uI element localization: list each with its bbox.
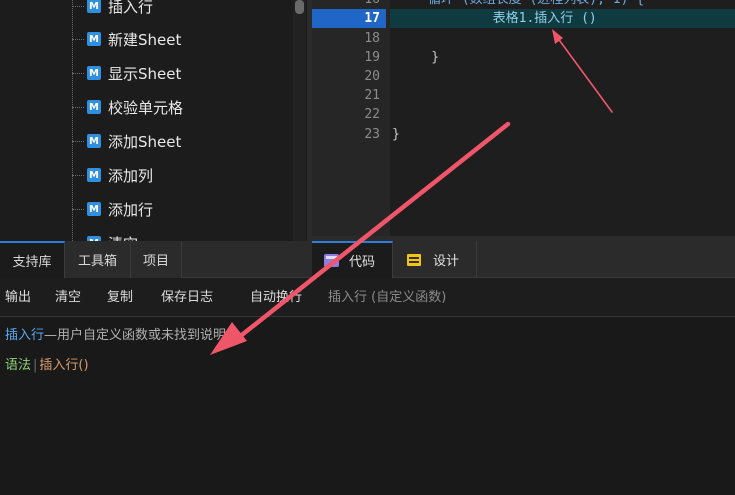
function-name: 插入行	[5, 328, 45, 343]
function-description: —用户自定义函数或未找到说明	[44, 328, 227, 343]
syntax-label: 语法	[5, 358, 32, 373]
tree-item-label: 添加行	[108, 200, 154, 219]
context-function-label: 插入行 (自定义函数)	[328, 290, 447, 305]
copy-button[interactable]: 复制	[107, 279, 133, 317]
code-editor[interactable]: 16 17 18 19 20 21 22 23 循环 (数组长度 (进程列表),…	[312, 0, 735, 241]
code-icon	[324, 254, 339, 267]
tree-item-add-row[interactable]: M 添加行	[72, 197, 153, 221]
method-icon: M	[87, 100, 101, 114]
tree-item-label: 清空	[108, 233, 138, 242]
tree-item-label: 添加列	[108, 166, 154, 185]
tree-item-label: 插入行	[108, 0, 154, 16]
tab-design[interactable]: 设计	[393, 241, 477, 278]
method-icon: M	[87, 134, 101, 148]
line-number: 18	[364, 31, 380, 46]
tree-item-clear[interactable]: M 清空	[72, 231, 138, 241]
tab-support-library[interactable]: 支持库	[0, 241, 65, 278]
line-number: 21	[364, 88, 380, 103]
line-number: 22	[364, 107, 380, 122]
tree-item-new-sheet[interactable]: M 新建Sheet	[72, 27, 181, 51]
panel-tab-bar: 支持库 工具箱 项目 代码 设计	[0, 241, 735, 278]
method-icon: M	[87, 168, 101, 182]
design-icon	[407, 253, 421, 266]
tree-item-add-column[interactable]: M 添加列	[72, 163, 153, 187]
auto-wrap-button[interactable]: 自动换行	[250, 279, 302, 317]
tree-item-add-sheet[interactable]: M 添加Sheet	[72, 129, 181, 153]
save-log-button[interactable]: 保存日志	[161, 279, 213, 317]
tab-project[interactable]: 项目	[131, 241, 182, 278]
tab-code[interactable]: 代码	[312, 241, 393, 278]
output-panel[interactable]: 插入行—用户自定义函数或未找到说明 语法 | 插入行()	[0, 318, 735, 495]
syntax-value: 插入行()	[39, 358, 89, 373]
method-icon: M	[87, 202, 101, 216]
method-icon: M	[87, 66, 101, 80]
line-number-gutter: 16 17 18 19 20 21 22 23	[312, 0, 390, 236]
line-number-active: 17	[312, 9, 386, 28]
tree-item-label: 添加Sheet	[108, 132, 182, 151]
line-number: 23	[364, 127, 380, 142]
code-line[interactable]: }	[400, 48, 439, 67]
tree-scrollbar[interactable]	[293, 0, 306, 241]
tree-item-insert-row[interactable]: M 插入行	[72, 0, 153, 18]
code-line-active[interactable]: 表格1.插入行 ()	[430, 9, 597, 28]
tab-design-label: 设计	[433, 254, 460, 269]
tab-toolbox[interactable]: 工具箱	[65, 241, 131, 278]
tree-item-label: 显示Sheet	[108, 64, 182, 83]
function-info-line: 插入行—用户自定义函数或未找到说明	[5, 324, 226, 343]
syntax-separator: |	[33, 358, 38, 373]
syntax-line: 语法 | 插入行()	[5, 354, 89, 373]
tree-item-label: 校验单元格	[108, 98, 184, 117]
output-toolbar: 输出 清空 复制 保存日志 自动换行 插入行 (自定义函数)	[0, 279, 735, 317]
tree-scrollbar-thumb[interactable]	[295, 0, 304, 14]
code-line[interactable]: 循环 (数组长度 (进程列表), 1) {	[428, 0, 644, 9]
tab-code-label: 代码	[349, 255, 376, 270]
code-line[interactable]: }	[392, 125, 400, 144]
line-number: 16	[312, 0, 386, 9]
clear-button[interactable]: 清空	[55, 279, 81, 317]
line-number: 20	[364, 69, 380, 84]
tree-item-validate-cell[interactable]: M 校验单元格	[72, 95, 183, 119]
output-button[interactable]: 输出	[5, 279, 31, 317]
method-icon: M	[87, 32, 101, 46]
method-icon: M	[87, 0, 101, 13]
line-number: 19	[364, 50, 380, 65]
tree-item-label: 新建Sheet	[108, 30, 182, 49]
tree-item-show-sheet[interactable]: M 显示Sheet	[72, 61, 181, 85]
library-tree: M 插入行 M 新建Sheet M 显示Sheet M 校验单元格 M 添加Sh…	[0, 0, 307, 241]
